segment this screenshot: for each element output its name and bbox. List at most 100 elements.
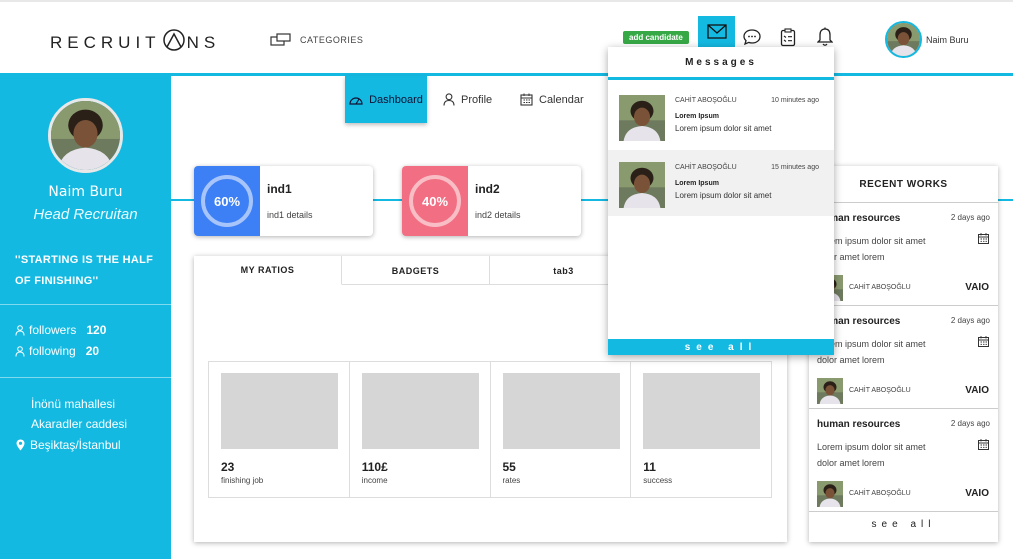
stat-value: 110£ (361, 460, 388, 474)
tab-profile-label: Profile (461, 93, 493, 106)
stat-value: 11 (643, 460, 656, 474)
work-time: 2 days ago (950, 213, 990, 222)
bell-icon (817, 27, 833, 46)
indicator-details: ind2 details (475, 210, 521, 220)
clipboard-icon (780, 27, 796, 46)
indicator-details: ind1 details (267, 210, 313, 220)
message-item[interactable]: CAHİT ABOŞOĞLU 10 minutes ago Lorem Ipsu… (608, 83, 834, 149)
sidebar-divider (0, 377, 171, 378)
work-company: VAIO (965, 282, 989, 293)
work-company: VAIO (965, 385, 989, 396)
work-description: Lorem ipsum dolor sit amet dolor amet lo… (817, 339, 926, 365)
profile-name: Naim Buru (48, 184, 123, 200)
notifications-button[interactable] (814, 26, 836, 48)
profile-avatar (48, 98, 123, 173)
work-person: CAHİT ABOŞOĞLU (849, 284, 911, 291)
user-avatar[interactable] (885, 21, 922, 58)
top-bar: RECRUIT NS CATEGORIES add candidate Naim … (0, 0, 1013, 75)
work-description: Lorem ipsum dolor sit amet dolor amet lo… (817, 442, 926, 468)
message-time: 10 minutes ago (771, 97, 819, 104)
tab-badgets[interactable]: BADGETS (342, 256, 490, 285)
work-avatar (817, 378, 843, 404)
message-avatar (619, 162, 665, 208)
indicator-ring-panel: 60% (194, 166, 260, 236)
tab-dashboard-label: Dashboard (369, 93, 423, 106)
recent-works-panel: RECENT WORKS human resources 2 days ago … (809, 166, 998, 542)
tab-my-ratios[interactable]: MY RATIOS (194, 256, 342, 285)
stat-image-placeholder (221, 373, 338, 449)
stat-label: success (643, 476, 673, 485)
address-city: Beşiktaş/İstanbul (30, 438, 121, 452)
message-item[interactable]: CAHİT ABOŞOĞLU 15 minutes ago Lorem Ipsu… (608, 150, 834, 216)
recent-work-item[interactable]: human resources 2 days ago Lorem ipsum d… (809, 306, 998, 409)
categories-menu[interactable]: CATEGORIES (270, 33, 363, 46)
logo-prefix: RECRUIT (50, 33, 161, 52)
user-icon (15, 345, 25, 357)
stat-image-placeholder (502, 373, 620, 449)
recent-work-item[interactable]: human resources 2 days ago Lorem ipsum d… (809, 409, 998, 512)
message-time: 15 minutes ago (771, 164, 819, 171)
logo[interactable]: RECRUIT NS (50, 29, 220, 53)
message-avatar (619, 95, 665, 141)
work-person: CAHİT ABOŞOĞLU (849, 387, 911, 394)
indicator-percent: 60% (201, 175, 253, 227)
speedometer-icon (349, 96, 363, 105)
recent-work-item[interactable]: human resources 2 days ago Lorem ipsum d… (809, 203, 998, 306)
calendar-icon (520, 93, 533, 106)
tab-calendar[interactable]: Calendar (520, 76, 584, 123)
location-pin-icon (16, 439, 25, 451)
followers-stat[interactable]: followers 120 (15, 323, 106, 337)
user-icon (15, 324, 25, 336)
categories-icon (270, 33, 291, 46)
address-line-2: Akaradler caddesi (31, 417, 128, 431)
calendar-icon[interactable] (978, 233, 989, 244)
address-line-1: İnönü mahallesi (31, 397, 116, 411)
recent-works-title: RECENT WORKS (809, 166, 998, 203)
followers-count: 120 (86, 323, 107, 337)
stat-value: 23 (221, 460, 235, 474)
avatar-image (887, 23, 920, 56)
messages-dropdown: Messages CAHİT ABOŞOĞLU 10 minutes ago L… (608, 47, 834, 355)
message-sender: CAHİT ABOŞOĞLU (675, 164, 737, 171)
message-preview: Lorem ipsum dolor sit amet (675, 124, 772, 133)
address-line-3: Beşiktaş/İstanbul (16, 438, 121, 452)
add-candidate-button[interactable]: add candidate (623, 31, 689, 44)
profile-quote: ''STARTING IS THE HALF OF FINISHING'' (15, 254, 154, 287)
stat-card[interactable]: 23 finishing job (209, 362, 350, 497)
avatar-image (619, 162, 665, 208)
stat-image-placeholder (361, 373, 479, 449)
tab-dashboard[interactable]: Dashboard (345, 76, 427, 123)
indicator-title: ind1 (267, 182, 292, 196)
tasks-button[interactable] (777, 26, 799, 48)
message-preview: Lorem ipsum dolor sit amet (675, 191, 772, 200)
messages-button[interactable] (698, 16, 735, 47)
work-person: CAHİT ABOŞOĞLU (849, 490, 911, 497)
chat-bubble-icon (743, 29, 761, 46)
avatar-image (619, 95, 665, 141)
stat-card[interactable]: 55 rates (491, 362, 632, 497)
indicator-card-2[interactable]: 40% ind2 ind2 details (402, 166, 581, 236)
work-time: 2 days ago (950, 419, 990, 428)
messages-title: Messages (608, 47, 834, 80)
indicator-card-1[interactable]: 60% ind1 ind1 details (194, 166, 373, 236)
indicator-ring-panel: 40% (402, 166, 468, 236)
stats-row: 23 finishing job 110£ income 55 rates 11… (208, 361, 772, 498)
recent-works-see-all[interactable]: see all (809, 519, 998, 530)
stat-label: rates (502, 476, 521, 485)
messages-see-all[interactable]: see all (608, 339, 834, 355)
following-stat[interactable]: following 20 (15, 344, 99, 358)
message-sender: CAHİT ABOŞOĞLU (675, 97, 737, 104)
stat-card[interactable]: 110£ income (350, 362, 491, 497)
calendar-icon[interactable] (978, 336, 989, 347)
following-count: 20 (85, 344, 100, 358)
tab-profile[interactable]: Profile (443, 76, 492, 123)
user-name[interactable]: Naim Buru (926, 35, 969, 45)
calendar-icon[interactable] (978, 439, 989, 450)
stat-card[interactable]: 11 success (631, 362, 771, 497)
indicator-percent: 40% (409, 175, 461, 227)
indicator-title: ind2 (475, 182, 500, 196)
work-title: human resources (817, 419, 901, 430)
categories-label: CATEGORIES (300, 34, 364, 45)
chat-button[interactable] (741, 26, 763, 48)
profile-sidebar: Naim Buru Head Recruitan ''STARTING IS T… (0, 76, 171, 559)
